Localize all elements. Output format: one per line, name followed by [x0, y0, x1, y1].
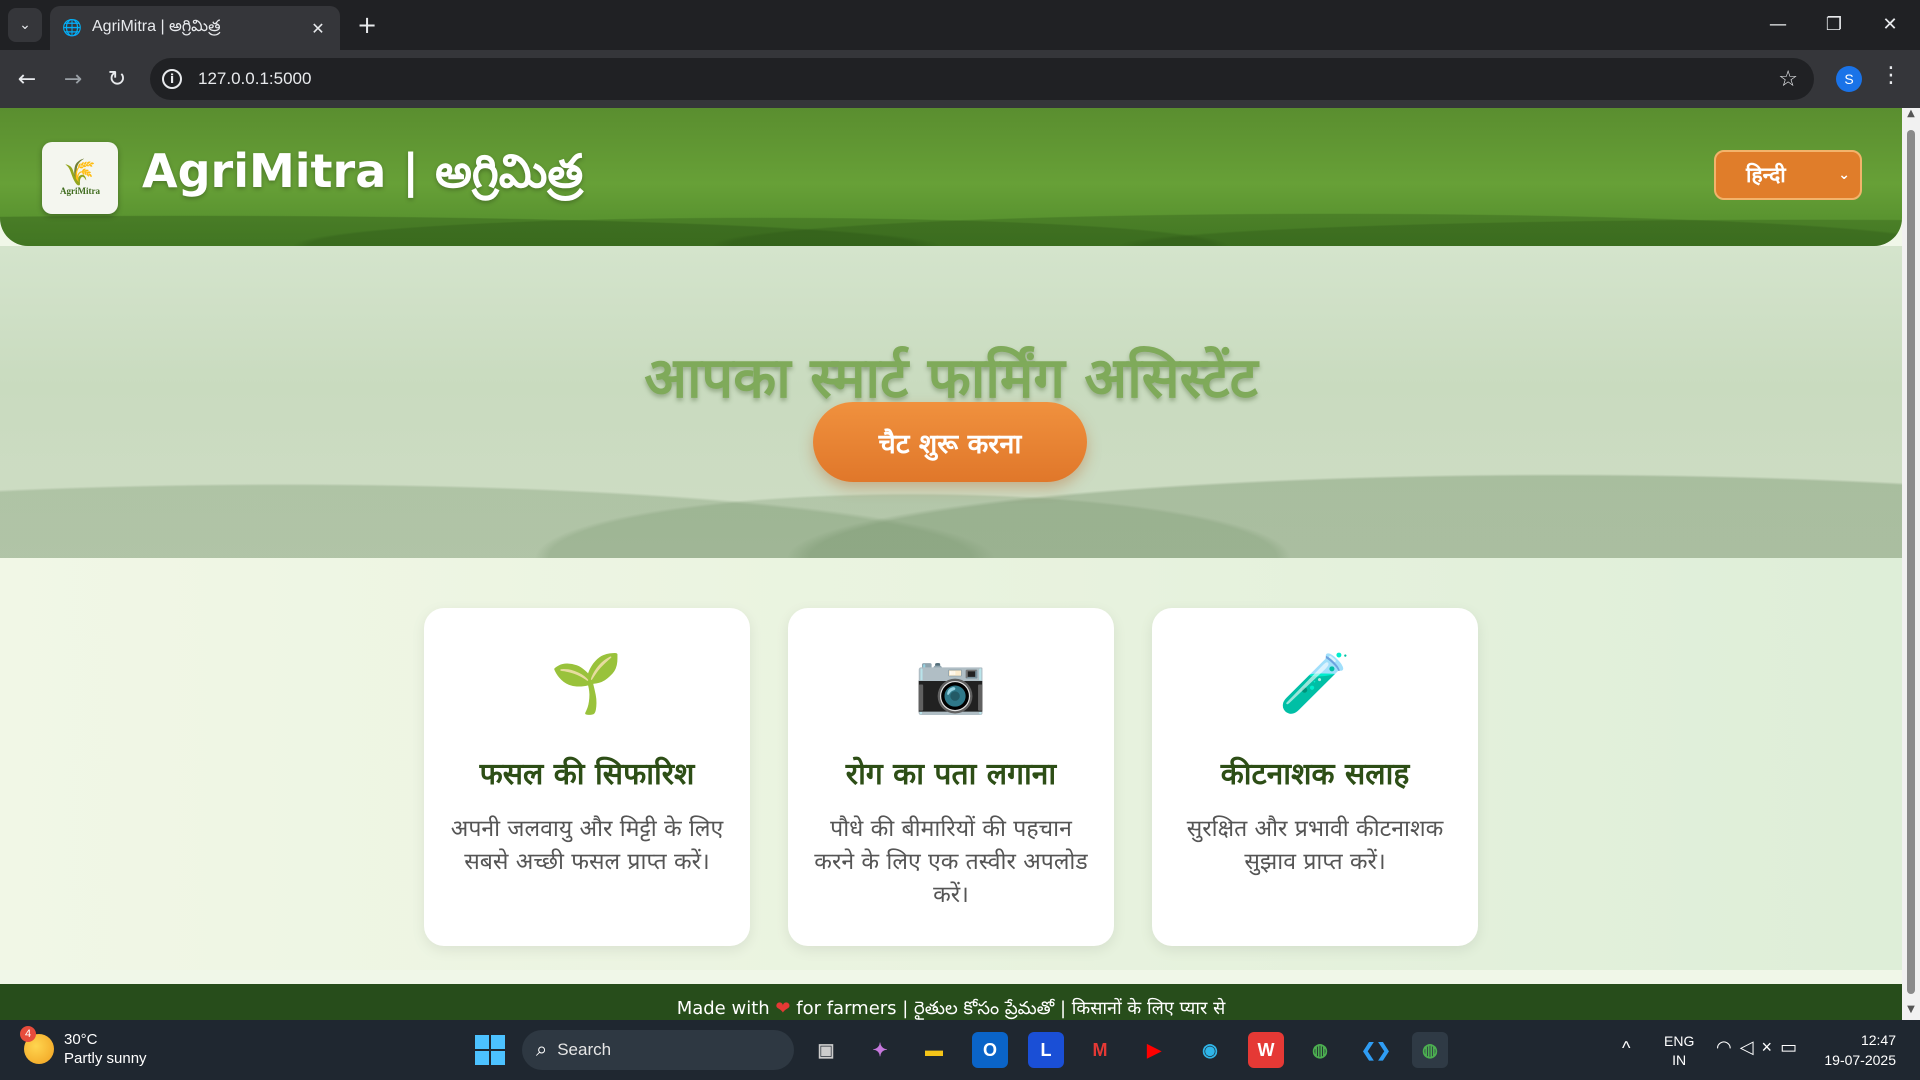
tab-strip: ⌄ 🌐 AgriMitra | అగ్రిమిత్ర ✕ + — ❐ ✕: [0, 0, 1920, 50]
new-tab-button[interactable]: +: [352, 10, 382, 40]
muted-speaker-icon: ◁×: [1739, 1037, 1781, 1057]
l-app-icon[interactable]: L: [1028, 1032, 1064, 1068]
close-tab-icon[interactable]: ✕: [306, 19, 330, 38]
windows-logo-icon: [475, 1035, 505, 1065]
taskbar-search[interactable]: ⌕ Search: [522, 1030, 794, 1070]
task-view-icon[interactable]: ▣: [808, 1032, 844, 1068]
lang-line-1: ENG: [1664, 1033, 1695, 1049]
language-select[interactable]: हिन्दी ⌄: [1714, 150, 1862, 200]
logo-text: AgriMitra: [60, 186, 100, 196]
scroll-down-arrow-icon[interactable]: ▼: [1902, 1004, 1920, 1020]
edge-icon[interactable]: ◉: [1192, 1032, 1228, 1068]
partly-sunny-icon: 4: [20, 1026, 54, 1064]
browser-menu-icon[interactable]: ⋮: [1880, 63, 1902, 88]
feature-description: अपनी जलवायु और मिट्टी के लिए सबसे अच्छी …: [450, 816, 724, 875]
vscode-icon[interactable]: ❮❯: [1358, 1032, 1394, 1068]
battery-icon: ▭: [1780, 1037, 1806, 1057]
weather-temperature: 30°C: [64, 1031, 98, 1048]
site-info-icon[interactable]: i: [162, 69, 182, 89]
site-logo[interactable]: 🌾 AgriMitra: [42, 142, 118, 214]
notification-badge: 4: [20, 1026, 36, 1042]
file-explorer-icon[interactable]: ▬: [916, 1032, 952, 1068]
outlook-icon[interactable]: O: [972, 1032, 1008, 1068]
language-selected-value: हिन्दी: [1746, 163, 1786, 187]
url-text[interactable]: 127.0.0.1:5000: [198, 69, 1778, 89]
globe-icon: 🌐: [62, 18, 82, 37]
start-chat-button[interactable]: चैट शुरू करना: [813, 402, 1087, 482]
page-scrollbar[interactable]: ▲ ▼: [1902, 108, 1920, 1020]
clock[interactable]: 12:47 19-07-2025: [1818, 1030, 1896, 1070]
back-button[interactable]: ←: [10, 62, 44, 96]
profile-avatar[interactable]: S: [1836, 66, 1862, 92]
feature-title: कीटनाशक सलाह: [1220, 757, 1410, 792]
bookmark-star-icon[interactable]: ☆: [1778, 67, 1798, 92]
tab-search-button[interactable]: ⌄: [8, 8, 42, 42]
site-footer: Made with ❤ for farmers | రైతుల కోసం ప్ర…: [0, 984, 1902, 1020]
tab-title: AgriMitra | అగ్రిమిత్ర: [92, 18, 221, 35]
chevron-down-icon: ⌄: [19, 17, 31, 33]
taskbar: 4 30°C Partly sunny ⌕ Search ▣ ✦ ▬ O L M…: [0, 1020, 1920, 1080]
feature-description: सुरक्षित और प्रभावी कीटनाशक सुझाव प्राप्…: [1186, 816, 1444, 875]
wifi-icon: ◠: [1716, 1037, 1740, 1057]
restore-button[interactable]: ❐: [1806, 0, 1862, 48]
site-header: 🌾 AgriMitra AgriMitra | అగ్రిమిత్ర हिन्द…: [0, 108, 1902, 246]
youtube-icon[interactable]: ▶: [1136, 1032, 1172, 1068]
reload-button[interactable]: ↻: [100, 62, 134, 96]
feature-card-disease-detection[interactable]: 📷 रोग का पता लगाना पौधे की बीमारियों की …: [788, 608, 1114, 946]
input-language-indicator[interactable]: ENG IN: [1664, 1032, 1694, 1070]
seedling-icon: 🌱: [550, 649, 624, 717]
test-tube-icon: 🧪: [1278, 649, 1352, 717]
mcafee-icon[interactable]: M: [1082, 1032, 1118, 1068]
scrollbar-thumb[interactable]: [1907, 130, 1915, 994]
chevron-down-icon: ⌄: [1838, 167, 1850, 183]
brand-title: AgriMitra | అగ్రిమిత్ర: [142, 144, 584, 198]
address-bar[interactable]: i 127.0.0.1:5000 ☆: [150, 58, 1814, 100]
clock-date: 19-07-2025: [1824, 1052, 1896, 1068]
feature-card-crop-recommendation[interactable]: 🌱 फसल की सिफारिश अपनी जलवायु और मिट्टी क…: [424, 608, 750, 946]
start-button[interactable]: [472, 1032, 508, 1068]
search-icon: ⌕: [536, 1038, 548, 1061]
features-section: 🌱 फसल की सिफारिश अपनी जलवायु और मिट्टी क…: [0, 558, 1902, 970]
search-label: Search: [557, 1040, 612, 1059]
page-viewport: 🌾 AgriMitra AgriMitra | అగ్రిమిత్ర हिन्द…: [0, 108, 1920, 1020]
forward-button[interactable]: →: [56, 62, 90, 96]
close-window-button[interactable]: ✕: [1862, 0, 1918, 48]
camera-icon: 📷: [914, 649, 988, 717]
footer-text-end: for farmers | రైతుల కోసం ప్రేమతో | किसान…: [796, 998, 1226, 1019]
weather-description: Partly sunny: [64, 1050, 147, 1067]
browser-tab[interactable]: 🌐 AgriMitra | అగ్రిమిత్ర ✕: [50, 6, 340, 50]
feature-title: फसल की सिफारिश: [479, 757, 695, 792]
scroll-up-arrow-icon[interactable]: ▲: [1902, 108, 1920, 124]
minimize-button[interactable]: —: [1750, 0, 1806, 48]
feature-card-pesticide-advice[interactable]: 🧪 कीटनाशक सलाह सुरक्षित और प्रभावी कीटना…: [1152, 608, 1478, 946]
heart-icon: ❤: [775, 998, 791, 1019]
footer-text-start: Made with: [676, 998, 770, 1019]
clock-time: 12:47: [1860, 1032, 1896, 1048]
feature-description: पौधे की बीमारियों की पहचान करने के लिए ए…: [814, 816, 1088, 908]
chrome-active-icon[interactable]: ◍: [1412, 1032, 1448, 1068]
system-tray-icons[interactable]: ◠◁×▭: [1716, 1037, 1805, 1058]
lang-line-2: IN: [1672, 1052, 1687, 1068]
leaf-logo-icon: 🌾: [63, 158, 97, 188]
copilot-icon[interactable]: ✦: [862, 1032, 898, 1068]
wps-office-icon[interactable]: W: [1248, 1032, 1284, 1068]
show-hidden-icons-chevron-icon[interactable]: ^: [1622, 1038, 1630, 1059]
browser-toolbar: ← → ↻ i 127.0.0.1:5000 ☆ S ⋮: [0, 50, 1920, 108]
feature-title: रोग का पता लगाना: [845, 757, 1057, 792]
weather-widget[interactable]: 4 30°C Partly sunny: [20, 1026, 147, 1068]
chrome-icon[interactable]: ◍: [1302, 1032, 1338, 1068]
